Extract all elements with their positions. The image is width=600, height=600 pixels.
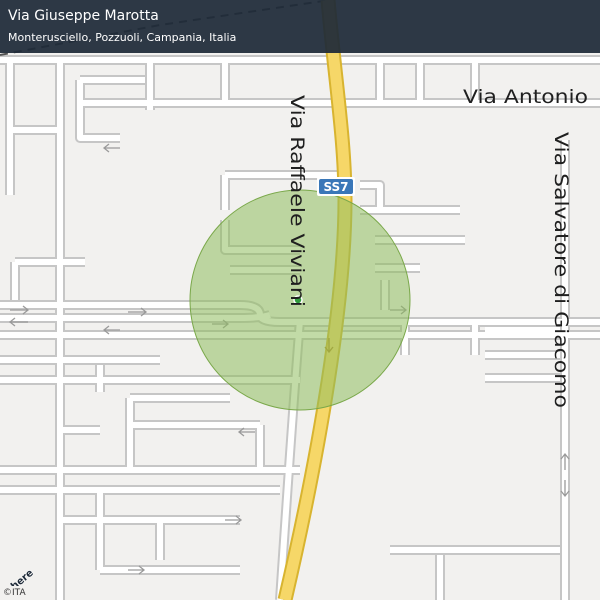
road-shield-ss7: SS7	[317, 177, 355, 196]
location-header: Via Giuseppe Marotta Monterusciello, Poz…	[0, 0, 600, 53]
street-label-antonio: Via Antonio	[463, 86, 588, 108]
here-logo: here	[9, 567, 36, 586]
map-attribution: ©ITA	[3, 588, 26, 598]
map-canvas[interactable]: SS7 Via Raffaele Viviani Via Salvatore d…	[0, 0, 600, 600]
svg-text:here: here	[9, 567, 36, 586]
location-title: Via Giuseppe Marotta	[8, 8, 159, 24]
street-label-raffaele-viviani: Via Raffaele Viviani	[286, 95, 308, 307]
road-shield-label: SS7	[323, 180, 348, 194]
street-label-salvatore-di-giacomo: Via Salvatore di Giacomo	[550, 132, 572, 408]
location-subtitle: Monterusciello, Pozzuoli, Campania, Ital…	[8, 31, 237, 44]
